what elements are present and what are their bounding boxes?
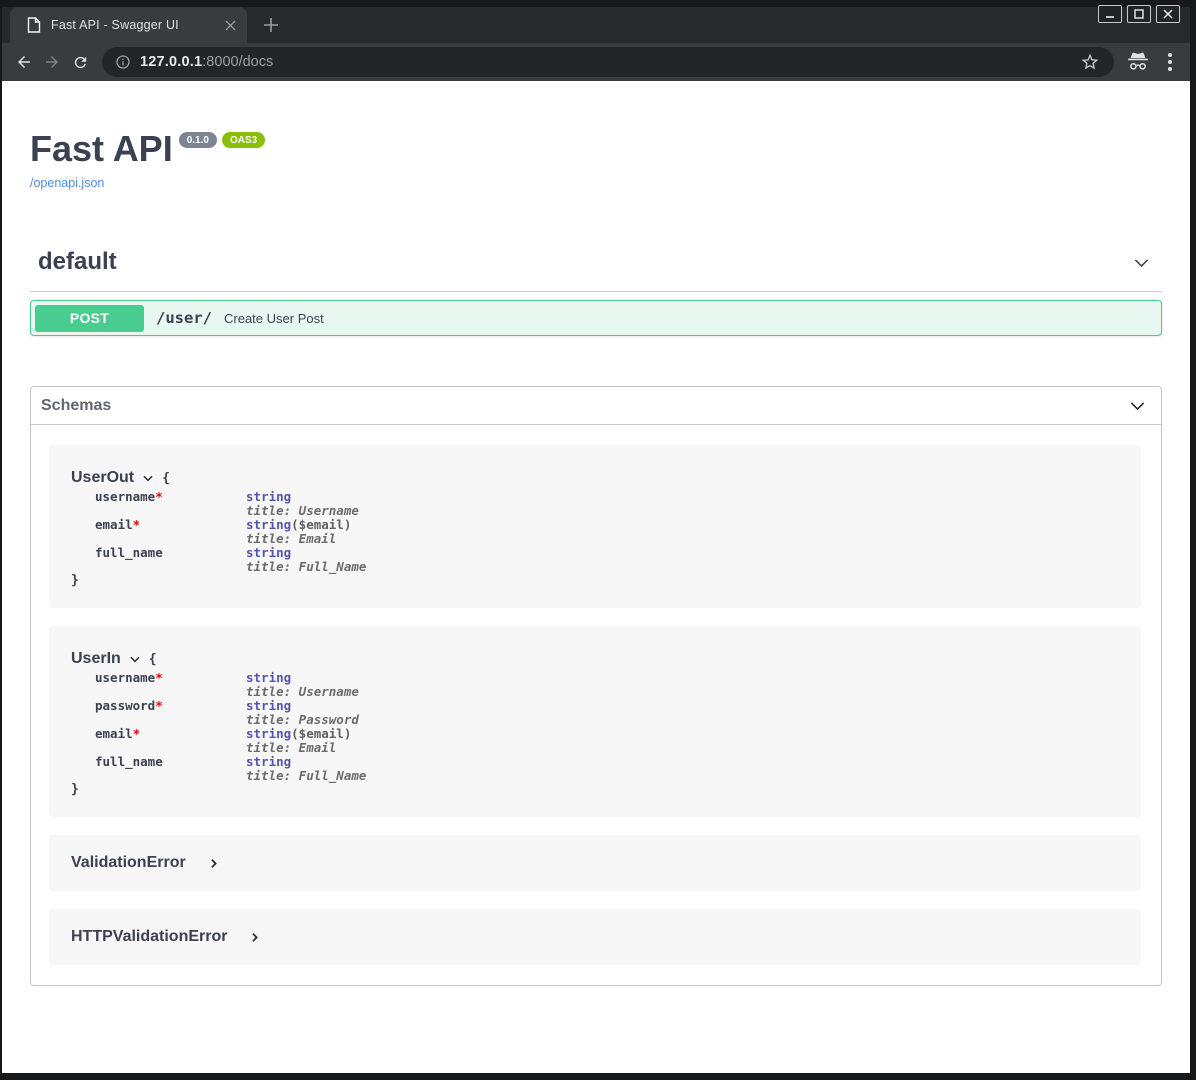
prop-title: title: Email [246,740,336,755]
menu-kebab-icon[interactable] [1168,53,1172,71]
page-content: Fast API 0.1.0 OAS3 /openapi.json defaul… [2,81,1190,1073]
chevron-right-icon[interactable] [207,857,220,870]
incognito-icon [1126,51,1150,73]
prop-title: title: Username [246,684,359,699]
prop-name: full_name [95,754,163,769]
prop-title: title: Username [246,503,359,518]
prop-name: username [95,489,155,504]
url-path: :8000/docs [202,54,273,70]
chevron-down-icon[interactable] [141,471,155,485]
bookmark-star-icon[interactable] [1080,52,1100,72]
required-star: * [155,670,163,685]
model-name: UserIn [71,650,121,668]
operation-path: /user/ [156,309,212,327]
url-host: 127.0.0.1 [140,54,202,70]
model-name: ValidationError [71,854,186,872]
chevron-right-icon[interactable] [248,931,261,944]
model-userout-header[interactable]: UserOut { [71,469,1121,487]
site-info-icon[interactable] [115,54,131,70]
tag-section-default: default POST /user/ Create User Post [30,248,1162,336]
required-star: * [155,698,163,713]
browser-window: Fast API - Swagger UI [0,0,1196,1080]
chevron-down-icon[interactable] [1127,395,1148,416]
method-badge-post: POST [35,305,144,332]
browser-tab[interactable]: Fast API - Swagger UI [10,7,247,43]
required-star: * [133,517,141,532]
schemas-title: Schemas [41,397,111,415]
tag-name: default [38,248,117,276]
schemas-section: Schemas UserOut { [30,386,1162,986]
model-userout: UserOut { username* stringtitle: Usernam… [49,445,1141,608]
schemas-header[interactable]: Schemas [31,387,1161,425]
prop-title: title: Full_Name [246,768,366,783]
tab-close-icon[interactable] [221,16,239,34]
prop-type: string [246,698,291,713]
back-button[interactable] [10,48,38,76]
chevron-down-icon[interactable] [128,652,142,666]
reload-button[interactable] [66,48,94,76]
forward-button[interactable] [38,48,66,76]
prop-name: email [95,726,133,741]
close-brace: } [71,783,1121,797]
model-name: HTTPValidationError [71,928,227,946]
prop-type: string [246,670,291,685]
prop-title: title: Password [246,712,359,727]
property-row: email* string($email)title: Email [71,518,1121,546]
property-row: username* stringtitle: Username [71,671,1121,699]
prop-name: full_name [95,545,163,560]
opblock-post-user[interactable]: POST /user/ Create User Post [30,300,1162,336]
prop-type: string [246,726,291,741]
new-tab-button[interactable] [257,11,285,39]
property-row: username* stringtitle: Username [71,490,1121,518]
prop-title: title: Email [246,531,336,546]
property-row: full_name stringtitle: Full_Name [71,546,1121,574]
url-text: 127.0.0.1:8000/docs [140,54,273,70]
chevron-down-icon[interactable] [1131,252,1152,273]
page-favicon-icon [27,17,41,33]
prop-name: username [95,670,155,685]
window-close-button[interactable] [1156,5,1180,23]
property-row: full_name stringtitle: Full_Name [71,755,1121,783]
prop-type: string [246,517,291,532]
property-row: email* string($email)title: Email [71,727,1121,755]
model-name: UserOut [71,469,134,487]
openapi-spec-link[interactable]: /openapi.json [30,176,104,190]
prop-title: title: Full_Name [246,559,366,574]
open-brace: { [149,652,157,667]
prop-type: string [246,545,291,560]
model-httpvalidationerror[interactable]: HTTPValidationError [49,909,1141,965]
property-row: password* stringtitle: Password [71,699,1121,727]
tag-divider [30,291,1162,292]
prop-type: string [246,754,291,769]
close-brace: } [71,574,1121,588]
toolbar-right-icons [1126,51,1180,73]
required-star: * [155,489,163,504]
prop-name: password [95,698,155,713]
browser-toolbar: 127.0.0.1:8000/docs [2,43,1190,81]
window-controls [1098,5,1180,23]
api-info: Fast API 0.1.0 OAS3 /openapi.json [30,81,1162,192]
operation-summary: Create User Post [224,311,324,326]
window-minimize-button[interactable] [1098,5,1122,23]
window-maximize-button[interactable] [1127,5,1151,23]
tab-strip: Fast API - Swagger UI [2,0,1190,43]
page-title: Fast API [30,131,173,167]
model-userin: UserIn { username* stringtitle: Username [49,626,1141,817]
version-badge: 0.1.0 [179,132,217,148]
prop-format: ($email) [291,726,351,741]
required-star: * [133,726,141,741]
model-validationerror[interactable]: ValidationError [49,835,1141,891]
address-bar[interactable]: 127.0.0.1:8000/docs [102,47,1114,77]
prop-format: ($email) [291,517,351,532]
tag-header[interactable]: default [30,248,1162,276]
oas3-badge: OAS3 [222,132,265,148]
prop-name: email [95,517,133,532]
model-userin-header[interactable]: UserIn { [71,650,1121,668]
prop-type: string [246,489,291,504]
open-brace: { [162,471,170,486]
tab-title: Fast API - Swagger UI [51,18,211,32]
